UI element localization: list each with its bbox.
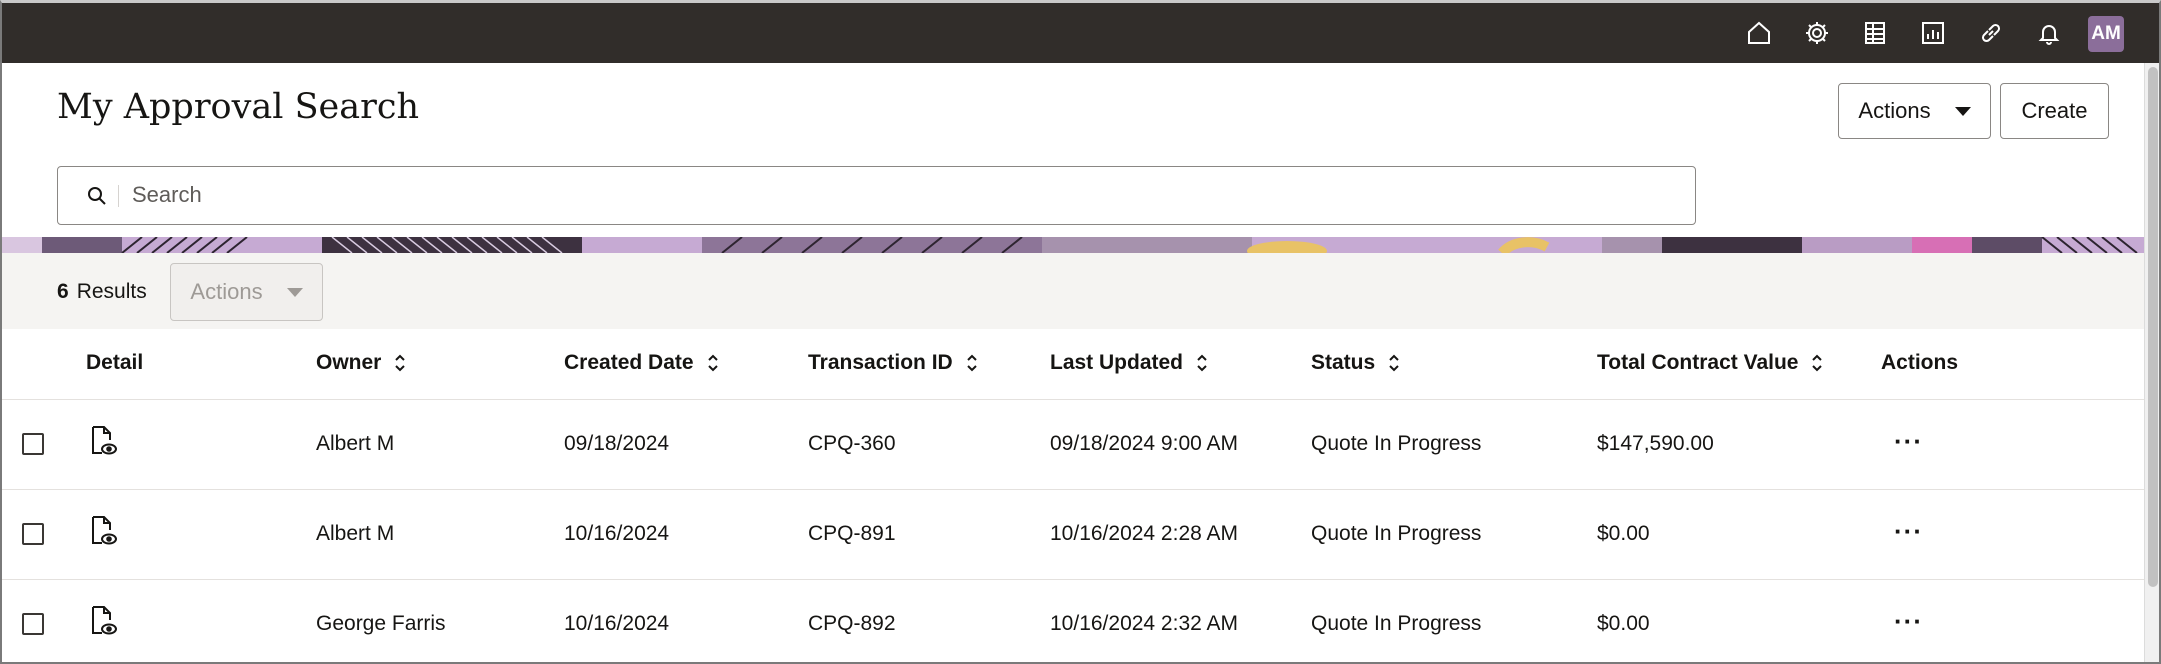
sort-icon: [1197, 354, 1207, 372]
top-bar: AM: [2, 3, 2159, 63]
link-icon[interactable]: [1971, 13, 2011, 53]
column-header-transaction-id[interactable]: Transaction ID: [808, 351, 979, 375]
bulk-actions-label: Actions: [190, 279, 263, 304]
column-header-created-date[interactable]: Created Date: [564, 351, 720, 375]
more-actions-icon[interactable]: ···: [1894, 516, 1923, 548]
view-detail-icon[interactable]: [88, 604, 120, 638]
decorative-banner: [2, 237, 2144, 253]
bulk-actions-button: Actions: [170, 263, 323, 321]
column-label: Created Date: [564, 351, 694, 374]
scrollbar-thumb[interactable]: [2148, 67, 2158, 587]
results-toolbar: 6 Results Actions: [2, 253, 2144, 329]
bar-chart-icon[interactable]: [1913, 13, 1953, 53]
approvals-table: Detail Owner Created Date Transaction ID…: [2, 329, 2144, 662]
results-count: 6 Results: [57, 280, 147, 304]
cell-total-contract-value: $0.00: [1597, 522, 1650, 545]
column-header-total-contract-value[interactable]: Total Contract Value: [1597, 351, 1824, 375]
caret-down-icon: [286, 287, 303, 297]
more-actions-icon[interactable]: ···: [1894, 426, 1923, 458]
column-header-owner[interactable]: Owner: [316, 351, 407, 375]
cell-last-updated: 10/16/2024 2:32 AM: [1050, 612, 1238, 635]
cell-transaction-id: CPQ-892: [808, 612, 896, 635]
cell-owner: George Farris: [316, 612, 446, 635]
results-label: Results: [76, 280, 147, 303]
column-label: Status: [1311, 351, 1376, 374]
cell-transaction-id: CPQ-360: [808, 432, 896, 455]
cell-status: Quote In Progress: [1311, 612, 1482, 635]
app-window: AM My Approval Search Actions Create Sea…: [0, 0, 2161, 664]
search-divider: [118, 185, 119, 207]
sort-icon: [1389, 354, 1399, 372]
settings-icon[interactable]: [1797, 13, 1837, 53]
cell-owner: Albert M: [316, 432, 395, 455]
actions-button-label: Actions: [1858, 98, 1931, 123]
column-header-detail: Detail: [86, 351, 143, 375]
create-button[interactable]: Create: [2000, 83, 2109, 139]
row-checkbox[interactable]: [22, 613, 44, 635]
search-icon: [88, 187, 106, 205]
search-box[interactable]: [57, 166, 1696, 225]
sort-icon: [707, 354, 718, 372]
table-row[interactable]: Albert M 10/16/2024 CPQ-891 10/16/2024 2…: [2, 490, 2144, 580]
sort-icon: [395, 354, 406, 372]
column-header-status[interactable]: Status: [1311, 351, 1401, 375]
caret-down-icon: [1954, 106, 1971, 116]
actions-button[interactable]: Actions: [1838, 83, 1991, 139]
column-label: Transaction ID: [808, 351, 953, 374]
cell-last-updated: 09/18/2024 9:00 AM: [1050, 432, 1238, 455]
notifications-icon[interactable]: [2029, 13, 2069, 53]
cell-created-date: 10/16/2024: [564, 612, 670, 635]
home-icon[interactable]: [1739, 13, 1779, 53]
cell-last-updated: 10/16/2024 2:28 AM: [1050, 522, 1238, 545]
cell-total-contract-value: $147,590.00: [1597, 432, 1714, 455]
cell-owner: Albert M: [316, 522, 395, 545]
more-actions-icon[interactable]: ···: [1894, 606, 1923, 638]
column-label: Total Contract Value: [1597, 351, 1799, 374]
table-row[interactable]: George Farris 10/16/2024 CPQ-892 10/16/2…: [2, 580, 2144, 662]
sort-icon: [1812, 354, 1823, 372]
column-header-last-updated[interactable]: Last Updated: [1050, 351, 1209, 375]
cell-status: Quote In Progress: [1311, 432, 1482, 455]
cell-created-date: 10/16/2024: [564, 522, 670, 545]
column-label: Actions: [1881, 351, 1959, 374]
cell-total-contract-value: $0.00: [1597, 612, 1650, 635]
column-label: Detail: [86, 351, 144, 374]
cell-transaction-id: CPQ-891: [808, 522, 896, 545]
search-input[interactable]: [132, 175, 1672, 215]
column-header-actions: Actions: [1881, 351, 1958, 375]
page-title: My Approval Search: [57, 87, 420, 127]
view-detail-icon[interactable]: [88, 514, 120, 548]
column-label: Owner: [316, 351, 382, 374]
sort-icon: [966, 354, 977, 372]
row-checkbox[interactable]: [22, 433, 44, 455]
vertical-scrollbar[interactable]: [2144, 63, 2159, 662]
cell-created-date: 09/18/2024: [564, 432, 670, 455]
cell-status: Quote In Progress: [1311, 522, 1482, 545]
report-table-icon[interactable]: [1855, 13, 1895, 53]
row-checkbox[interactable]: [22, 523, 44, 545]
table-row[interactable]: Albert M 09/18/2024 CPQ-360 09/18/2024 9…: [2, 400, 2144, 490]
create-button-label: Create: [2021, 98, 2088, 123]
view-detail-icon[interactable]: [88, 424, 120, 458]
results-number: 6: [57, 280, 69, 303]
table-header: Detail Owner Created Date Transaction ID…: [2, 329, 2144, 400]
column-label: Last Updated: [1050, 351, 1184, 374]
avatar[interactable]: AM: [2088, 16, 2124, 52]
